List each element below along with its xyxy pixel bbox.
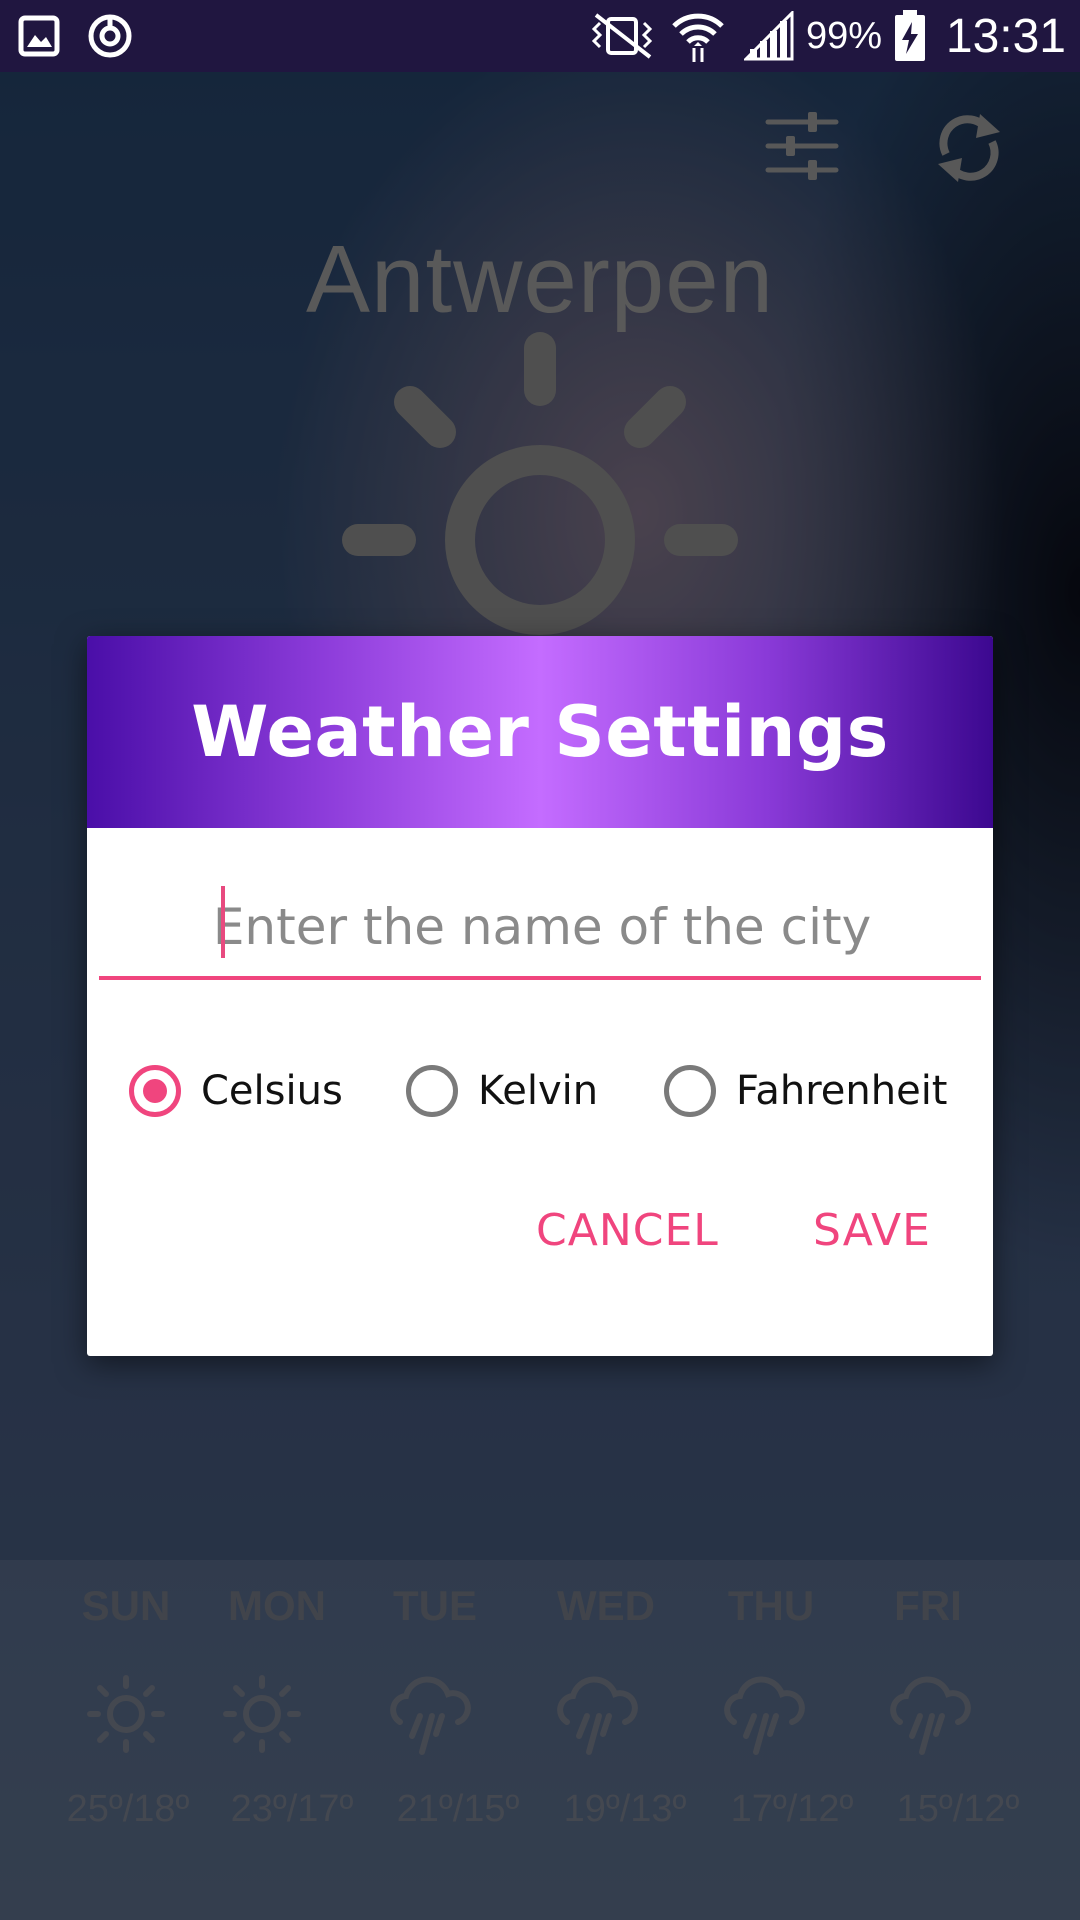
radio-unchecked-icon[interactable] — [664, 1065, 716, 1117]
vibrate-icon — [586, 0, 658, 72]
battery-charging-icon — [894, 0, 926, 72]
signal-icon — [744, 0, 794, 72]
radio-kelvin[interactable]: Kelvin — [406, 1065, 598, 1117]
radio-label: Kelvin — [478, 1068, 599, 1114]
clock-time: 13:31 — [945, 9, 1066, 63]
city-name-input[interactable] — [99, 876, 985, 978]
gallery-icon — [18, 0, 60, 72]
save-button[interactable]: SAVE — [813, 1205, 931, 1256]
text-cursor — [221, 886, 225, 958]
radio-checked-icon[interactable] — [129, 1065, 181, 1117]
cancel-button[interactable]: CANCEL — [536, 1205, 719, 1256]
battery-percent: 99% — [805, 14, 882, 57]
dialog-title: Weather Settings — [191, 691, 889, 773]
dialog-header: Weather Settings — [87, 636, 993, 828]
sync-icon — [86, 0, 134, 72]
status-bar: 99% 13:31 — [0, 0, 1080, 72]
radio-label: Celsius — [201, 1068, 343, 1114]
city-input-container — [99, 876, 985, 980]
radio-celsius[interactable]: Celsius — [129, 1065, 343, 1117]
radio-unchecked-icon[interactable] — [406, 1065, 458, 1117]
wifi-icon — [670, 0, 726, 72]
radio-label: Fahrenheit — [736, 1068, 948, 1114]
radio-fahrenheit[interactable]: Fahrenheit — [664, 1065, 947, 1117]
